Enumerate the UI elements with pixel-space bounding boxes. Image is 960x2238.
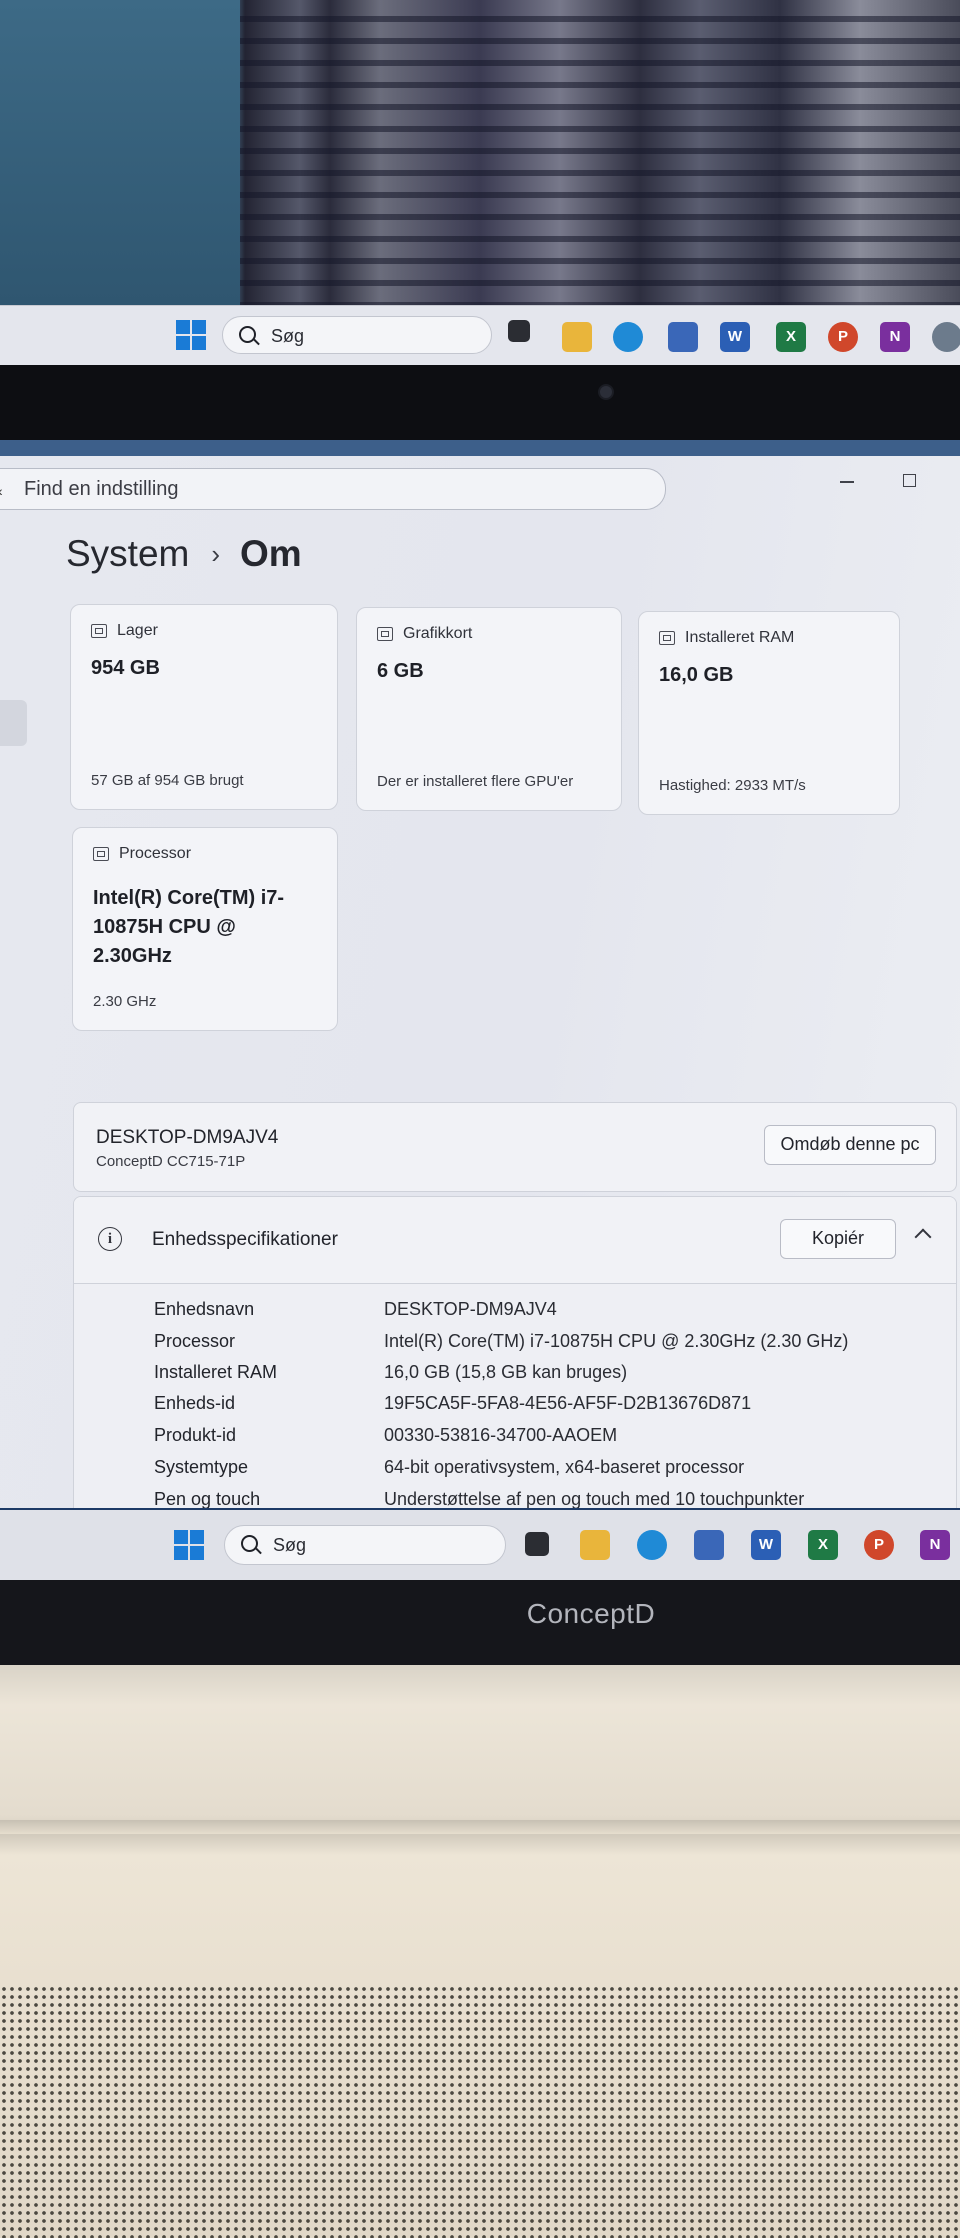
onenote-icon[interactable]: N (920, 1530, 950, 1560)
spec-value: Intel(R) Core(TM) i7-10875H CPU @ 2.30GH… (384, 1331, 849, 1351)
storage-card[interactable]: Lager 954 GB 57 GB af 954 GB brugt (70, 604, 338, 810)
ram-card-header: Installeret RAM (659, 629, 794, 647)
nav-pane-item[interactable] (0, 700, 27, 746)
device-specifications-header[interactable]: i Enhedsspecifikationer Kopiér (74, 1197, 956, 1284)
spec-key: Enhedsnavn (154, 1299, 255, 1319)
processor-card-header: Processor (93, 845, 191, 863)
word-icon[interactable]: W (720, 322, 750, 352)
taskbar-search[interactable]: Søg (224, 1525, 506, 1565)
powerpoint-icon[interactable]: P (828, 322, 858, 352)
taskbar-search-label: Søg (271, 326, 305, 346)
spec-row: Enheds-id 19F5CA5F-5FA8-4E56-AF5F-D2B136… (154, 1393, 954, 1423)
settings-search-box[interactable]: ‹ (0, 468, 666, 510)
ram-card[interactable]: Installeret RAM 16,0 GB Hastighed: 2933 … (638, 611, 900, 815)
spec-key: Processor (154, 1331, 236, 1351)
storage-icon (91, 624, 107, 638)
page-title: Om (240, 533, 302, 574)
settings-gear-icon[interactable] (932, 322, 960, 352)
storage-card-value: 954 GB (91, 657, 160, 679)
ram-icon (659, 631, 675, 645)
spec-key: Installeret RAM (154, 1362, 278, 1382)
chevron-up-icon[interactable] (914, 1228, 932, 1246)
info-icon: i (98, 1227, 122, 1251)
maximize-icon[interactable] (903, 474, 916, 487)
storage-card-title: Lager (117, 622, 158, 639)
spec-value: 64-bit operativsystem, x64-baseret proce… (384, 1457, 745, 1477)
ram-card-title: Installeret RAM (685, 629, 795, 646)
task-view-icon[interactable] (508, 320, 530, 342)
edge-icon[interactable] (613, 322, 643, 352)
second-monitor: Søg W X P N (0, 0, 960, 366)
file-explorer-icon[interactable] (562, 322, 592, 352)
store-icon[interactable] (694, 1530, 724, 1560)
webcam (598, 384, 614, 400)
taskbar: Søg W X P N (0, 1508, 960, 1582)
breadcrumb: System › Om (66, 530, 302, 578)
spec-key: Enheds-id (154, 1393, 236, 1413)
storage-card-header: Lager (91, 622, 158, 640)
excel-icon[interactable]: X (776, 322, 806, 352)
spec-row: Systemtype 64-bit operativsystem, x64-ba… (154, 1457, 954, 1487)
processor-card-title: Processor (119, 845, 192, 862)
graphics-card-icon (377, 627, 393, 641)
spec-key: Pen og touch (154, 1489, 261, 1509)
processor-icon (93, 847, 109, 861)
ram-card-value: 16,0 GB (659, 664, 734, 686)
store-icon[interactable] (668, 322, 698, 352)
settings-search-input[interactable] (22, 475, 626, 503)
spec-value: 19F5CA5F-5FA8-4E56-AF5F-D2B13676D871 (384, 1393, 752, 1413)
edge-icon[interactable] (637, 1530, 667, 1560)
storage-card-usage: 57 GB af 954 GB brugt (91, 772, 244, 789)
rename-pc-button[interactable]: Omdøb denne pc (764, 1125, 936, 1165)
word-icon[interactable]: W (751, 1530, 781, 1560)
spec-value: 00330-53816-34700-AAOEM (384, 1425, 618, 1445)
graphics-card-note: Der er installeret flere GPU'er (377, 773, 574, 790)
task-view-icon[interactable] (525, 1532, 549, 1556)
taskbar-search-label: Søg (273, 1535, 307, 1555)
spec-value: Understøttelse af pen og touch med 10 to… (384, 1489, 805, 1509)
copy-button[interactable]: Kopiér (780, 1219, 896, 1259)
speaker-grille (0, 1985, 960, 2238)
search-icon (239, 326, 256, 343)
device-name: DESKTOP-DM9AJV4 (96, 1127, 279, 1148)
breadcrumb-system[interactable]: System (66, 533, 189, 575)
breadcrumb-separator-icon: › (211, 538, 221, 569)
minimize-icon[interactable] (840, 481, 854, 483)
device-model: ConceptD CC715-71P (96, 1153, 246, 1170)
powerpoint-icon[interactable]: P (864, 1530, 894, 1560)
onenote-icon[interactable]: N (880, 322, 910, 352)
search-icon: ‹ (0, 483, 3, 499)
brand-logo: ConceptD (526, 1598, 656, 1629)
ram-card-speed: Hastighed: 2933 MT/s (659, 777, 806, 794)
graphics-card-title: Grafikkort (403, 625, 473, 642)
device-specifications-panel: i Enhedsspecifikationer Kopiér Enhedsnav… (73, 1196, 957, 1512)
processor-card-speed: 2.30 GHz (93, 993, 157, 1010)
spec-key: Produkt-id (154, 1425, 237, 1445)
spec-row: Processor Intel(R) Core(TM) i7-10875H CP… (154, 1331, 954, 1361)
start-icon[interactable] (174, 1530, 204, 1560)
start-icon[interactable] (176, 320, 206, 350)
window-top-edge (0, 440, 960, 456)
spec-value: DESKTOP-DM9AJV4 (384, 1299, 557, 1319)
processor-card-value: Intel(R) Core(TM) i7-10875H CPU @ 2.30GH… (93, 887, 285, 967)
graphics-card[interactable]: Grafikkort 6 GB Der er installeret flere… (356, 607, 622, 811)
device-specifications-title: Enhedsspecifikationer (152, 1229, 338, 1250)
graphics-card-header: Grafikkort (377, 625, 472, 643)
file-explorer-icon[interactable] (580, 1530, 610, 1560)
search-icon (241, 1535, 258, 1552)
processor-card[interactable]: Processor Intel(R) Core(TM) i7-10875H CP… (72, 827, 338, 1031)
excel-icon[interactable]: X (808, 1530, 838, 1560)
taskbar-search[interactable]: Søg (222, 316, 492, 354)
graphics-card-value: 6 GB (377, 660, 424, 682)
device-name-row: DESKTOP-DM9AJV4 ConceptD CC715-71P Omdøb… (73, 1102, 957, 1192)
spec-value: 16,0 GB (15,8 GB kan bruges) (384, 1362, 628, 1382)
spec-key: Systemtype (154, 1457, 249, 1477)
spec-row: Produkt-id 00330-53816-34700-AAOEM (154, 1425, 954, 1455)
laptop-hinge (0, 1820, 960, 1834)
second-monitor-taskbar: Søg W X P N (0, 305, 960, 366)
wallpaper-sky (0, 0, 240, 305)
spec-row: Enhedsnavn DESKTOP-DM9AJV4 (154, 1299, 954, 1329)
spec-row: Installeret RAM 16,0 GB (15,8 GB kan bru… (154, 1362, 954, 1392)
laptop-bezel (0, 365, 960, 440)
